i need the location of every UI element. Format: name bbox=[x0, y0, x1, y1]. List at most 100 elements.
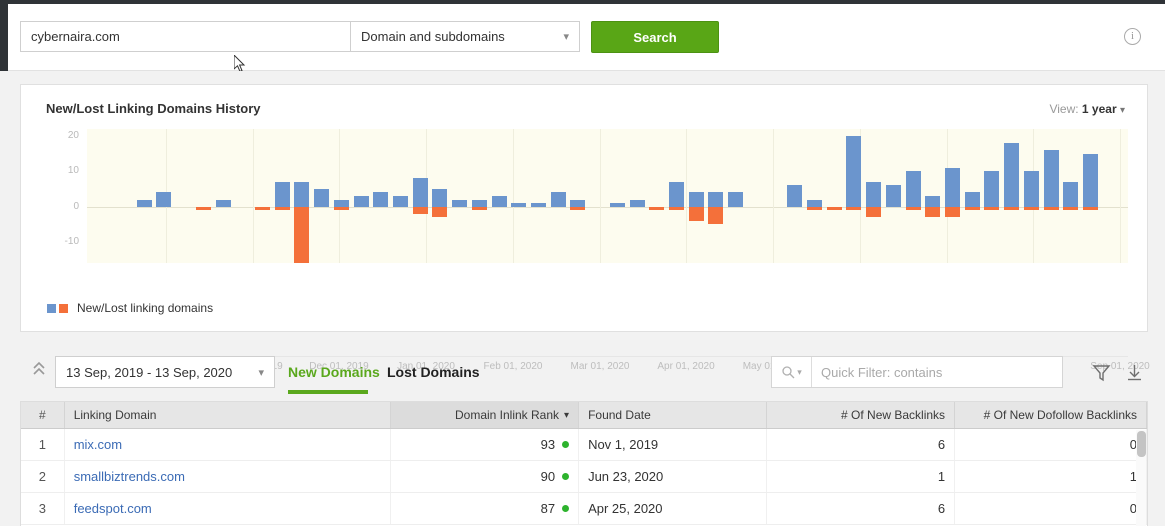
info-icon[interactable]: i bbox=[1124, 28, 1141, 45]
date-range-select[interactable]: 13 Sep, 2019 - 13 Sep, 2020 ▾ bbox=[55, 356, 275, 388]
table-row[interactable]: 1mix.com93Nov 1, 201960 bbox=[21, 429, 1147, 461]
column-header-backlinks[interactable]: # Of New Backlinks bbox=[767, 402, 955, 428]
bar-new-domains[interactable] bbox=[334, 200, 349, 207]
cell-domain[interactable]: feedspot.com bbox=[65, 493, 391, 524]
bar-new-domains[interactable] bbox=[570, 200, 585, 207]
download-icon[interactable] bbox=[1125, 363, 1144, 385]
bar-new-domains[interactable] bbox=[1083, 154, 1098, 207]
bar-lost-domains[interactable] bbox=[965, 207, 980, 211]
scope-select[interactable]: Domain and subdomains ▾ bbox=[350, 21, 580, 52]
bar-new-domains[interactable] bbox=[1044, 150, 1059, 206]
bar-new-domains[interactable] bbox=[708, 192, 723, 206]
bar-lost-domains[interactable] bbox=[649, 207, 664, 211]
search-input[interactable] bbox=[20, 21, 350, 52]
bar-new-domains[interactable] bbox=[472, 200, 487, 207]
bar-lost-domains[interactable] bbox=[866, 207, 881, 218]
table-scrollbar-thumb[interactable] bbox=[1137, 431, 1146, 457]
bar-new-domains[interactable] bbox=[886, 185, 901, 206]
column-header-rank[interactable]: Domain Inlink Rank▾ bbox=[391, 402, 579, 428]
bar-new-domains[interactable] bbox=[945, 168, 960, 207]
bar-lost-domains[interactable] bbox=[689, 207, 704, 221]
column-header-num[interactable]: # bbox=[21, 402, 65, 428]
funnel-icon[interactable] bbox=[1092, 363, 1111, 385]
bar-lost-domains[interactable] bbox=[570, 207, 585, 211]
table-row[interactable]: 3feedspot.com87Apr 25, 202060 bbox=[21, 493, 1147, 525]
bar-lost-domains[interactable] bbox=[1063, 207, 1078, 211]
bar-new-domains[interactable] bbox=[728, 192, 743, 206]
bar-new-domains[interactable] bbox=[314, 189, 329, 207]
cell-domain[interactable]: mix.com bbox=[65, 429, 391, 460]
bar-lost-domains[interactable] bbox=[472, 207, 487, 211]
bar-lost-domains[interactable] bbox=[1024, 207, 1039, 211]
bar-new-domains[interactable] bbox=[531, 203, 546, 207]
table-row[interactable]: 2smallbiztrends.com90Jun 23, 202011 bbox=[21, 461, 1147, 493]
bar-lost-domains[interactable] bbox=[708, 207, 723, 225]
bar-new-domains[interactable] bbox=[432, 189, 447, 207]
quick-filter-input[interactable] bbox=[812, 357, 1062, 387]
bar-new-domains[interactable] bbox=[511, 203, 526, 207]
bar-lost-domains[interactable] bbox=[906, 207, 921, 211]
caret-down-icon: ▾ bbox=[564, 410, 569, 421]
bar-new-domains[interactable] bbox=[689, 192, 704, 206]
linking-domain-link[interactable]: smallbiztrends.com bbox=[74, 469, 185, 484]
bar-new-domains[interactable] bbox=[216, 200, 231, 207]
bar-lost-domains[interactable] bbox=[1004, 207, 1019, 211]
view-range-selector[interactable]: View: 1 year ▾ bbox=[1049, 102, 1125, 116]
bar-new-domains[interactable] bbox=[373, 192, 388, 206]
bar-lost-domains[interactable] bbox=[334, 207, 349, 211]
cell-domain[interactable]: smallbiztrends.com bbox=[65, 461, 391, 492]
column-header-found[interactable]: Found Date bbox=[579, 402, 767, 428]
bar-new-domains[interactable] bbox=[610, 203, 625, 207]
chevron-down-icon: ▾ bbox=[563, 30, 569, 43]
bar-lost-domains[interactable] bbox=[432, 207, 447, 218]
bar-new-domains[interactable] bbox=[866, 182, 881, 207]
bar-new-domains[interactable] bbox=[393, 196, 408, 207]
bar-lost-domains[interactable] bbox=[925, 207, 940, 218]
bar-new-domains[interactable] bbox=[965, 192, 980, 206]
bar-lost-domains[interactable] bbox=[294, 207, 309, 263]
bar-new-domains[interactable] bbox=[807, 200, 822, 207]
bar-new-domains[interactable] bbox=[787, 185, 802, 206]
bar-new-domains[interactable] bbox=[1063, 182, 1078, 207]
bar-new-domains[interactable] bbox=[452, 200, 467, 207]
grid-line bbox=[513, 129, 514, 263]
linking-domain-link[interactable]: mix.com bbox=[74, 437, 122, 452]
bar-new-domains[interactable] bbox=[551, 192, 566, 206]
search-button[interactable]: Search bbox=[591, 21, 719, 53]
bar-lost-domains[interactable] bbox=[1083, 207, 1098, 211]
bar-new-domains[interactable] bbox=[846, 136, 861, 207]
bar-lost-domains[interactable] bbox=[846, 207, 861, 211]
bar-new-domains[interactable] bbox=[413, 178, 428, 206]
bar-lost-domains[interactable] bbox=[413, 207, 428, 214]
bar-new-domains[interactable] bbox=[925, 196, 940, 207]
bar-lost-domains[interactable] bbox=[807, 207, 822, 211]
cell-value: 1 bbox=[938, 469, 945, 484]
bar-new-domains[interactable] bbox=[984, 171, 999, 206]
bar-new-domains[interactable] bbox=[906, 171, 921, 206]
bar-new-domains[interactable] bbox=[630, 200, 645, 207]
bar-new-domains[interactable] bbox=[275, 182, 290, 207]
bar-lost-domains[interactable] bbox=[275, 207, 290, 211]
bar-new-domains[interactable] bbox=[1024, 171, 1039, 206]
collapse-chart-button[interactable] bbox=[28, 359, 50, 385]
tab-new-domains[interactable]: New Domains bbox=[288, 364, 380, 380]
quick-filter-mode-button[interactable]: ▾ bbox=[772, 357, 812, 387]
linking-domain-link[interactable]: feedspot.com bbox=[74, 501, 152, 516]
bar-lost-domains[interactable] bbox=[827, 207, 842, 211]
bar-new-domains[interactable] bbox=[354, 196, 369, 207]
bar-lost-domains[interactable] bbox=[669, 207, 684, 211]
bar-lost-domains[interactable] bbox=[984, 207, 999, 211]
tab-lost-domains[interactable]: Lost Domains bbox=[387, 364, 480, 380]
bar-new-domains[interactable] bbox=[492, 196, 507, 207]
bar-new-domains[interactable] bbox=[1004, 143, 1019, 206]
bar-lost-domains[interactable] bbox=[196, 207, 211, 211]
bar-lost-domains[interactable] bbox=[945, 207, 960, 218]
bar-new-domains[interactable] bbox=[294, 182, 309, 207]
bar-lost-domains[interactable] bbox=[1044, 207, 1059, 211]
bar-new-domains[interactable] bbox=[156, 192, 171, 206]
bar-lost-domains[interactable] bbox=[255, 207, 270, 211]
bar-new-domains[interactable] bbox=[669, 182, 684, 207]
column-header-dofollow[interactable]: # Of New Dofollow Backlinks bbox=[955, 402, 1147, 428]
column-header-domain[interactable]: Linking Domain bbox=[65, 402, 391, 428]
bar-new-domains[interactable] bbox=[137, 200, 152, 207]
